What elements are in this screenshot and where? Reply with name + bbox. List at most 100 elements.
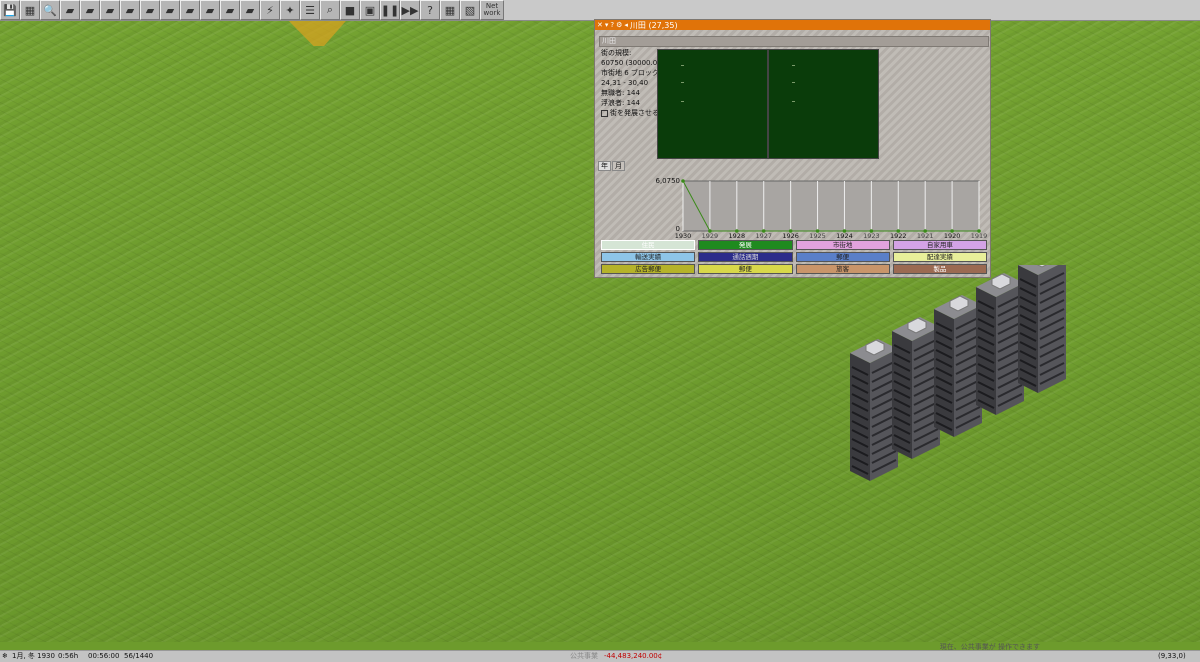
screenshot-button[interactable]: ▣ <box>360 0 380 20</box>
status-clock: 0:56h <box>58 652 79 660</box>
port-icon: ▰ <box>225 3 235 17</box>
legend-button[interactable]: 市街地 <box>795 240 890 250</box>
chart-point <box>761 229 766 233</box>
zoom-button[interactable]: 🔍 <box>40 0 60 20</box>
air-button[interactable]: ▰ <box>200 0 220 20</box>
window-title: 川田 (27,35) <box>629 20 678 30</box>
grid-button[interactable]: ▧ <box>460 0 480 20</box>
network-button[interactable]: Net work <box>480 0 504 20</box>
legend-button[interactable]: 製品 <box>892 264 987 274</box>
info-line: 浮浪者: 144 <box>601 99 640 107</box>
legend-button[interactable]: 配達実績 <box>892 252 987 262</box>
maglev-icon: ▰ <box>165 3 175 17</box>
city-name-field[interactable]: 川田 <box>599 36 989 47</box>
screenshot-icon: ▣ <box>364 3 376 17</box>
help-button[interactable]: ? <box>420 0 440 20</box>
apartment-buildings[interactable] <box>838 265 1088 485</box>
legend-button[interactable]: 輸送実績 <box>601 252 696 262</box>
chart-x-tick-label: 1920 <box>944 232 961 238</box>
chart-x-tick-label: 1919 <box>971 232 988 238</box>
grow-city-checkbox[interactable]: 街を発展させる <box>601 108 660 118</box>
pause-button[interactable]: ❚❚ <box>380 0 400 20</box>
rail-button[interactable]: ▰ <box>80 0 100 20</box>
pause-icon: ❚❚ <box>380 3 400 17</box>
legend-button[interactable]: 自家用車 <box>892 240 987 250</box>
legend-button[interactable]: 広告郵便 <box>601 264 696 274</box>
road-button[interactable]: ▰ <box>100 0 120 20</box>
chart-x-tick-label: 1923 <box>863 232 880 238</box>
city-map-left[interactable] <box>657 49 768 159</box>
map-button[interactable]: ▦ <box>20 0 40 20</box>
chart-x-tick-label: 1921 <box>917 232 934 238</box>
ship-button[interactable]: ▰ <box>180 0 200 20</box>
power-button[interactable]: ⚡ <box>260 0 280 20</box>
terrain-button[interactable]: ▰ <box>60 0 80 20</box>
chart-point <box>735 229 739 233</box>
chart-plot-area <box>682 180 980 232</box>
build-icon: ■ <box>344 3 356 17</box>
checkbox-label: 街を発展させる <box>610 109 659 117</box>
tram-button[interactable]: ▰ <box>120 0 140 20</box>
info-line: 24,31 - 30,40 <box>601 79 649 87</box>
port-button[interactable]: ▰ <box>220 0 240 20</box>
gear-icon[interactable]: ⚙ <box>616 21 622 29</box>
chart-point <box>815 229 820 233</box>
legend-button[interactable]: 郵便 <box>698 264 793 274</box>
minimize-icon[interactable]: ▾ <box>605 21 609 29</box>
chart-legend: 住民 発展 市街地 自家用車 輸送実績 通話週期 郵便 配達実績 広告郵便 郵便 旅客 製品 <box>601 240 987 274</box>
save-icon: 💾 <box>3 3 17 17</box>
chart-point <box>950 229 954 233</box>
chart-point <box>923 229 927 233</box>
help-icon[interactable]: ? <box>610 21 614 29</box>
list-button[interactable]: ☰ <box>300 0 320 20</box>
close-icon[interactable]: ✕ <box>597 21 603 29</box>
status-bar: ❄ 1月, 冬 1930 0:56h 00:56:00 56/1440 公共事業… <box>0 650 1200 662</box>
monorail-button[interactable]: ▰ <box>140 0 160 20</box>
build-button[interactable]: ■ <box>340 0 360 20</box>
list-icon: ☰ <box>305 3 315 17</box>
chart-point <box>681 179 685 183</box>
chart-y-tick-label: 6,0750 <box>656 177 681 185</box>
ship-icon: ▰ <box>185 3 195 17</box>
city-map-right[interactable] <box>768 49 879 159</box>
chart-x-tick-label: 1925 <box>809 232 826 238</box>
special-button[interactable]: ✦ <box>280 0 300 20</box>
legend-button[interactable]: 郵便 <box>795 252 890 262</box>
map-icon: ▦ <box>24 3 36 17</box>
chart-x-tick-label: 1929 <box>702 232 719 238</box>
city-info-window: ✕ ▾ ? ⚙ ◂ 川田 (27,35) 川田 街の規模: 60750 (3000… <box>594 19 991 278</box>
rail-icon: ▰ <box>85 3 95 17</box>
air-icon: ▰ <box>205 3 215 17</box>
legend-button[interactable]: 発展 <box>698 240 793 250</box>
checkbox-icon[interactable] <box>601 109 608 117</box>
inspect-button[interactable]: ⌕ <box>320 0 340 20</box>
chart-point <box>896 229 901 233</box>
status-date: 1月, 冬 1930 <box>12 652 55 660</box>
zoom-icon: 🔍 <box>43 3 57 17</box>
fastforward-icon: ▶▶ <box>401 3 419 17</box>
pin-icon[interactable]: ◂ <box>624 21 628 29</box>
settings-icon: ▦ <box>444 3 456 17</box>
legend-button[interactable]: 住民 <box>601 240 696 250</box>
info-line: 60750 (30000.0) <box>601 59 660 67</box>
chart-x-tick-label: 1927 <box>755 232 772 238</box>
fastforward-button[interactable]: ▶▶ <box>400 0 420 20</box>
legend-button[interactable]: 通話週期 <box>698 252 793 262</box>
toolbar: 💾 ▦ 🔍 ▰ ▰ ▰ ▰ ▰ ▰ ▰ ▰ ▰ ▰ ⚡ ✦ ☰ ⌕ ■ ▣ ❚❚ ▶▶? ▦ ▧ Net work <box>0 0 1200 21</box>
vehicle-icon: ▰ <box>245 3 255 17</box>
chart-point <box>977 229 981 233</box>
settings-button[interactable]: ▦ <box>440 0 460 20</box>
status-fps: 56/1440 <box>124 652 154 660</box>
save-button[interactable]: 💾 <box>0 0 20 20</box>
maglev-button[interactable]: ▰ <box>160 0 180 20</box>
status-icon: ❄ <box>2 652 8 660</box>
legend-button[interactable]: 旅客 <box>795 264 890 274</box>
grid-icon: ▧ <box>464 3 476 17</box>
chart-point <box>788 229 793 233</box>
help-icon: ? <box>427 3 433 17</box>
chart-x-tick-label: 1924 <box>836 232 853 238</box>
vehicle-button[interactable]: ▰ <box>240 0 260 20</box>
window-titlebar[interactable]: ✕ ▾ ? ⚙ ◂ 川田 (27,35) <box>595 20 990 30</box>
special-icon: ✦ <box>285 3 295 17</box>
power-icon: ⚡ <box>266 3 274 17</box>
